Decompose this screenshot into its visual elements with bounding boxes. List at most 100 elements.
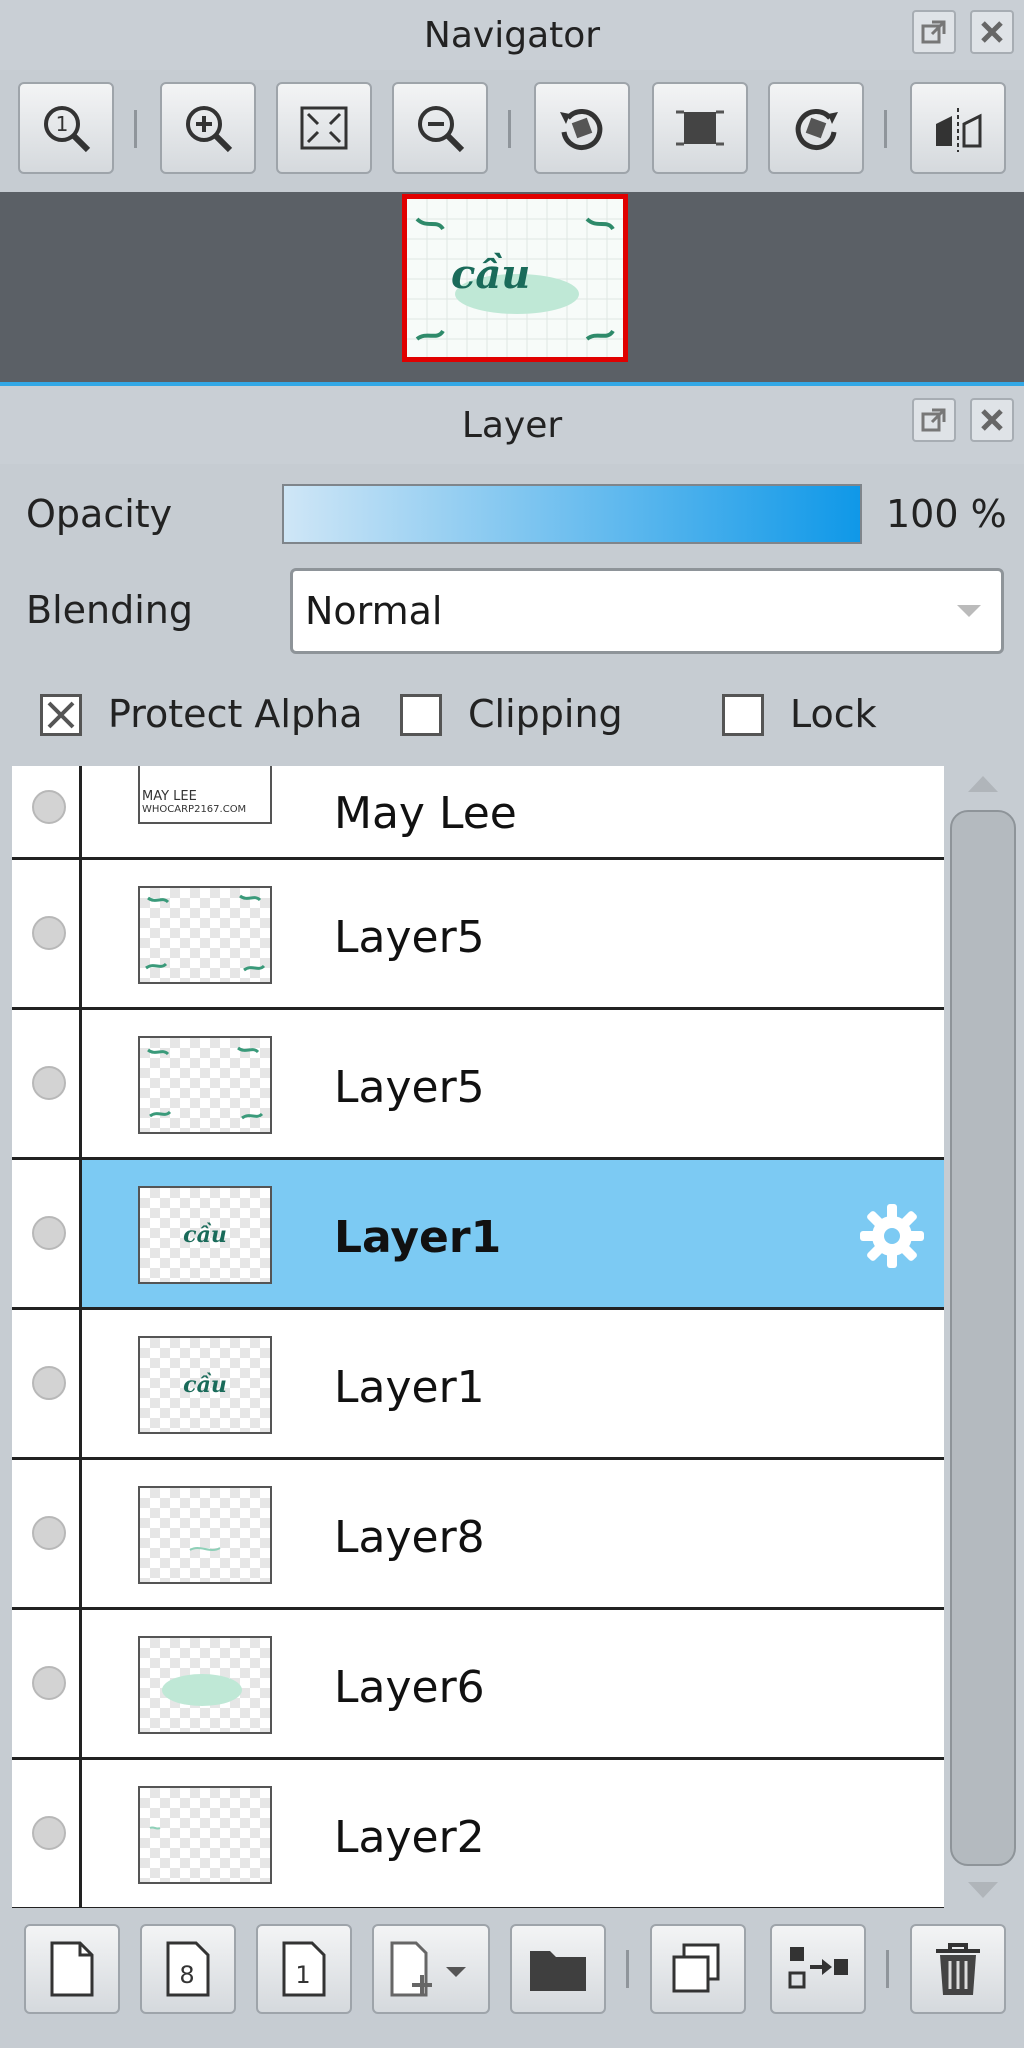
fit-screen-icon xyxy=(300,106,348,150)
toolbar-separator xyxy=(508,110,511,148)
flip-horizontal-icon xyxy=(936,108,982,152)
clipping-label: Clipping xyxy=(468,692,623,736)
layer-list: MAY LEE WHOCARP2167.COM May Lee Layer5 L… xyxy=(12,766,944,1908)
scroll-down-arrow-icon[interactable] xyxy=(966,1880,1000,1902)
opacity-slider[interactable] xyxy=(282,484,862,544)
visibility-toggle[interactable] xyxy=(32,916,66,950)
layer-row[interactable]: Layer5 xyxy=(12,860,944,1010)
layer-name: May Lee xyxy=(334,788,517,839)
layer-thumbnail: cầu xyxy=(138,1336,272,1434)
navigator-header: Navigator xyxy=(0,0,1024,70)
blending-select[interactable]: Normal xyxy=(290,568,1004,654)
toolbar-separator xyxy=(626,1950,629,1988)
rotate-left-button[interactable] xyxy=(534,82,630,174)
lock-checkbox[interactable] xyxy=(722,694,764,736)
new-8bit-layer-button[interactable]: 8 xyxy=(140,1924,236,2014)
visibility-toggle[interactable] xyxy=(32,1366,66,1400)
layer-row[interactable]: Layer6 xyxy=(12,1610,944,1760)
navigator-preview-text: cầu xyxy=(451,251,531,298)
duplicate-layer-icon xyxy=(672,1943,720,1993)
layer-thumbnail xyxy=(138,1036,272,1134)
visibility-toggle[interactable] xyxy=(32,1666,66,1700)
svg-text:8: 8 xyxy=(179,1961,194,1989)
delete-layer-button[interactable] xyxy=(910,1924,1006,2014)
actual-size-icon: 1 xyxy=(44,106,91,153)
clipping-checkbox[interactable] xyxy=(400,694,442,736)
add-layer-menu-button[interactable] xyxy=(372,1924,490,2014)
layer-row[interactable]: Layer2 xyxy=(12,1760,944,1908)
protect-alpha-checkbox[interactable] xyxy=(40,694,82,736)
opacity-value: 100 % xyxy=(886,492,1007,536)
visibility-toggle[interactable] xyxy=(32,1066,66,1100)
visibility-toggle[interactable] xyxy=(32,1216,66,1250)
scroll-up-arrow-icon[interactable] xyxy=(966,772,1000,794)
layer-name: Layer5 xyxy=(334,912,485,963)
scrollbar-thumb[interactable] xyxy=(950,810,1016,1866)
rotate-right-button[interactable] xyxy=(768,82,864,174)
rotate-left-icon xyxy=(560,109,603,150)
toolbar-separator xyxy=(134,110,137,148)
new-folder-icon xyxy=(530,1951,586,1991)
rotate-right-icon xyxy=(795,109,838,150)
layer-popout-button[interactable] xyxy=(912,398,956,442)
toolbar-separator xyxy=(886,1950,889,1988)
layer-row[interactable]: Layer5 xyxy=(12,1010,944,1160)
zoom-in-icon xyxy=(186,106,233,153)
layer-row[interactable]: Layer8 xyxy=(12,1460,944,1610)
new-color-layer-button[interactable] xyxy=(24,1924,120,2014)
new-color-layer-icon xyxy=(50,1941,94,1997)
chevron-down-icon xyxy=(957,605,981,617)
layer-settings-gear-icon[interactable] xyxy=(858,1202,926,1270)
duplicate-layer-button[interactable] xyxy=(650,1924,746,2014)
visibility-column xyxy=(12,766,82,857)
layer-thumbnail xyxy=(138,1636,272,1734)
merge-down-icon xyxy=(788,1947,848,1989)
navigator-close-button[interactable] xyxy=(970,10,1014,54)
layer-thumbnail xyxy=(138,1486,272,1584)
layer-header: Layer xyxy=(0,386,1024,464)
zoom-in-button[interactable] xyxy=(160,82,256,174)
layer-thumbnail xyxy=(138,886,272,984)
svg-text:1: 1 xyxy=(295,1961,310,1989)
layer-row[interactable]: MAY LEE WHOCARP2167.COM May Lee xyxy=(12,766,944,860)
layer-name: Layer2 xyxy=(334,1812,485,1863)
visibility-column xyxy=(12,1310,82,1457)
check-x-icon xyxy=(47,701,75,729)
zoom-out-icon xyxy=(418,106,465,153)
close-icon xyxy=(981,21,1003,43)
visibility-column xyxy=(12,1610,82,1757)
zoom-out-button[interactable] xyxy=(392,82,488,174)
visibility-toggle[interactable] xyxy=(32,1516,66,1550)
protect-alpha-label: Protect Alpha xyxy=(108,692,363,736)
new-folder-button[interactable] xyxy=(510,1924,606,2014)
visibility-column xyxy=(12,860,82,1007)
opacity-label: Opacity xyxy=(26,492,173,536)
navigator-popout-button[interactable] xyxy=(912,10,956,54)
reset-rotation-button[interactable] xyxy=(652,82,748,174)
visibility-column xyxy=(12,1160,82,1307)
layer-close-button[interactable] xyxy=(970,398,1014,442)
layer-name: Layer6 xyxy=(334,1662,485,1713)
flip-horizontal-button[interactable] xyxy=(910,82,1006,174)
merge-down-button[interactable] xyxy=(770,1924,866,2014)
visibility-column xyxy=(12,1010,82,1157)
visibility-toggle[interactable] xyxy=(32,1816,66,1850)
layer-name: Layer8 xyxy=(334,1512,485,1563)
layer-name: Layer1 xyxy=(334,1212,502,1263)
blending-label: Blending xyxy=(26,588,193,632)
svg-text:1: 1 xyxy=(56,112,69,136)
add-layer-menu-icon xyxy=(390,1941,466,1997)
fit-screen-button[interactable] xyxy=(276,82,372,174)
new-1bit-layer-button[interactable]: 1 xyxy=(256,1924,352,2014)
close-icon xyxy=(981,409,1003,431)
actual-size-button[interactable]: 1 xyxy=(18,82,114,174)
visibility-toggle[interactable] xyxy=(32,790,66,824)
layer-row[interactable]: cầu Layer1 xyxy=(12,1310,944,1460)
navigator-preview-frame[interactable]: cầu xyxy=(402,194,628,362)
new-8bit-layer-icon: 8 xyxy=(166,1941,210,1997)
delete-layer-icon xyxy=(936,1943,980,1995)
visibility-column xyxy=(12,1460,82,1607)
layer-name: Layer1 xyxy=(334,1362,485,1413)
layer-thumbnail xyxy=(138,1786,272,1884)
layer-row-selected[interactable]: cầu Layer1 xyxy=(12,1160,944,1310)
